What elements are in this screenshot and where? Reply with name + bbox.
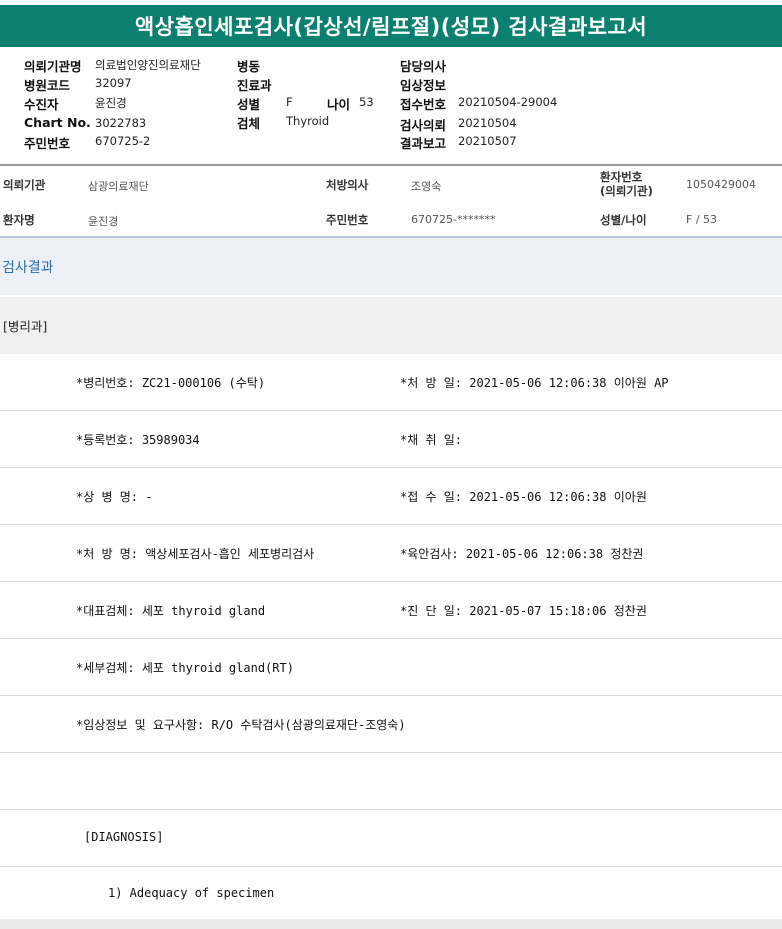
- diagnosis-item: 1) Adequacy of specimen: [108, 886, 275, 900]
- result-left: *대표검체: 세포 thyroid gland: [76, 604, 266, 618]
- header-label-institution: 의뢰기관명: [24, 59, 82, 74]
- result-left: *등록번호: 35989034: [76, 433, 200, 447]
- header-label-report-date: 결과보고: [400, 136, 447, 151]
- header-label-sex: 성별: [237, 97, 261, 112]
- header-label-rrn: 주민번호: [24, 136, 71, 151]
- header-label-receipt-no: 접수번호: [400, 97, 447, 112]
- pinfo-value-institution: 삼광의료재단: [88, 180, 149, 193]
- header-value-rrn: 670725-2: [95, 134, 151, 148]
- header-value-patient: 윤진경: [95, 96, 127, 110]
- result-right: *채 취 일:: [400, 433, 463, 447]
- results-section-title: 검사결과: [0, 238, 782, 295]
- report-header: 의뢰기관명 의료법인양진의료재단 병원코드 32097 수진자 윤진경 Char…: [0, 52, 782, 162]
- result-left: *병리번호: ZC21-000106 (수탁): [76, 376, 266, 390]
- header-label-request-date: 검사의뢰: [400, 118, 447, 133]
- patient-info-panel: 의뢰기관 삼광의료재단 처방의사 조영숙 환자번호 (의뢰기관) 1050429…: [0, 166, 782, 236]
- result-left: *처 방 명: 액상세포검사-흡인 세포병리검사: [76, 547, 315, 561]
- header-value-age: 53: [359, 95, 374, 109]
- result-row-diagnosis-item: 1) Adequacy of specimen: [0, 866, 782, 922]
- header-value-chart-no: 3022783: [95, 116, 147, 130]
- result-right: *접 수 일: 2021-05-06 12:06:38 이아원: [400, 490, 647, 504]
- header-label-chart-no: Chart No.: [24, 115, 91, 130]
- result-row: *병리번호: ZC21-000106 (수탁) *처 방 일: 2021-05-…: [0, 354, 782, 411]
- result-row: *처 방 명: 액상세포검사-흡인 세포병리검사 *육안검사: 2021-05-…: [0, 525, 782, 582]
- pinfo-label-patient-no: 환자번호: [600, 170, 643, 184]
- header-label-hospital-code: 병원코드: [24, 78, 71, 93]
- pinfo-label-rrn: 주민번호: [326, 213, 369, 227]
- pinfo-label-doctor: 처방의사: [326, 178, 369, 192]
- pinfo-label-name: 환자명: [3, 213, 35, 227]
- result-right: *육안검사: 2021-05-06 12:06:38 정찬권: [400, 547, 644, 561]
- pinfo-label-institution: 의뢰기관: [3, 178, 46, 192]
- result-left: *상 병 명: -: [76, 490, 153, 504]
- result-row: *세부검체: 세포 thyroid gland(RT): [0, 639, 782, 696]
- report-title: 액상흡인세포검사(갑상선/림프절)(성모) 검사결과보고서: [0, 5, 782, 47]
- header-label-patient: 수진자: [24, 97, 59, 112]
- header-label-ward: 병동: [237, 59, 261, 74]
- result-left: *임상정보 및 요구사항: R/O 수탁검사(삼광의료재단-조영숙): [76, 718, 406, 732]
- result-row-diagnosis-heading: [DIAGNOSIS]: [0, 810, 782, 867]
- header-label-specimen: 검체: [237, 116, 261, 131]
- pinfo-label-sex-age: 성별/나이: [600, 213, 647, 227]
- header-label-clinical-info: 임상정보: [400, 78, 447, 93]
- bottom-scroll-area: [0, 919, 782, 929]
- header-value-specimen: Thyroid: [286, 114, 330, 128]
- header-value-report-date: 20210507: [458, 134, 517, 148]
- result-row: *임상정보 및 요구사항: R/O 수탁검사(삼광의료재단-조영숙): [0, 696, 782, 753]
- pinfo-value-rrn: 670725-*******: [411, 213, 496, 226]
- result-right: *진 단 일: 2021-05-07 15:18:06 정찬권: [400, 604, 647, 618]
- result-row: *등록번호: 35989034 *채 취 일:: [0, 411, 782, 468]
- header-label-age: 나이: [327, 97, 351, 112]
- header-value-receipt-no: 20210504-29004: [458, 95, 558, 109]
- header-value-institution: 의료법인양진의료재단: [95, 58, 201, 72]
- pinfo-value-sex-age: F / 53: [686, 213, 718, 226]
- pinfo-value-patient-no: 1050429004: [686, 178, 756, 191]
- header-value-sex: F: [286, 95, 293, 109]
- result-left: *세부검체: 세포 thyroid gland(RT): [76, 661, 294, 675]
- pinfo-value-name: 윤진경: [88, 215, 119, 228]
- department-label: [병리과]: [0, 297, 782, 354]
- result-row: *상 병 명: - *접 수 일: 2021-05-06 12:06:38 이아…: [0, 468, 782, 525]
- diagnosis-heading: [DIAGNOSIS]: [84, 830, 164, 844]
- result-row: *대표검체: 세포 thyroid gland *진 단 일: 2021-05-…: [0, 582, 782, 639]
- pinfo-label-patient-no-sub: (의뢰기관): [600, 184, 653, 198]
- pinfo-value-doctor: 조영숙: [411, 180, 442, 193]
- result-right: *처 방 일: 2021-05-06 12:06:38 이아원 AP: [400, 376, 669, 390]
- header-value-request-date: 20210504: [458, 116, 517, 130]
- header-value-hospital-code: 32097: [95, 76, 132, 90]
- result-row: [0, 753, 782, 810]
- header-label-doctor: 담당의사: [400, 59, 447, 74]
- header-label-dept: 진료과: [237, 78, 272, 93]
